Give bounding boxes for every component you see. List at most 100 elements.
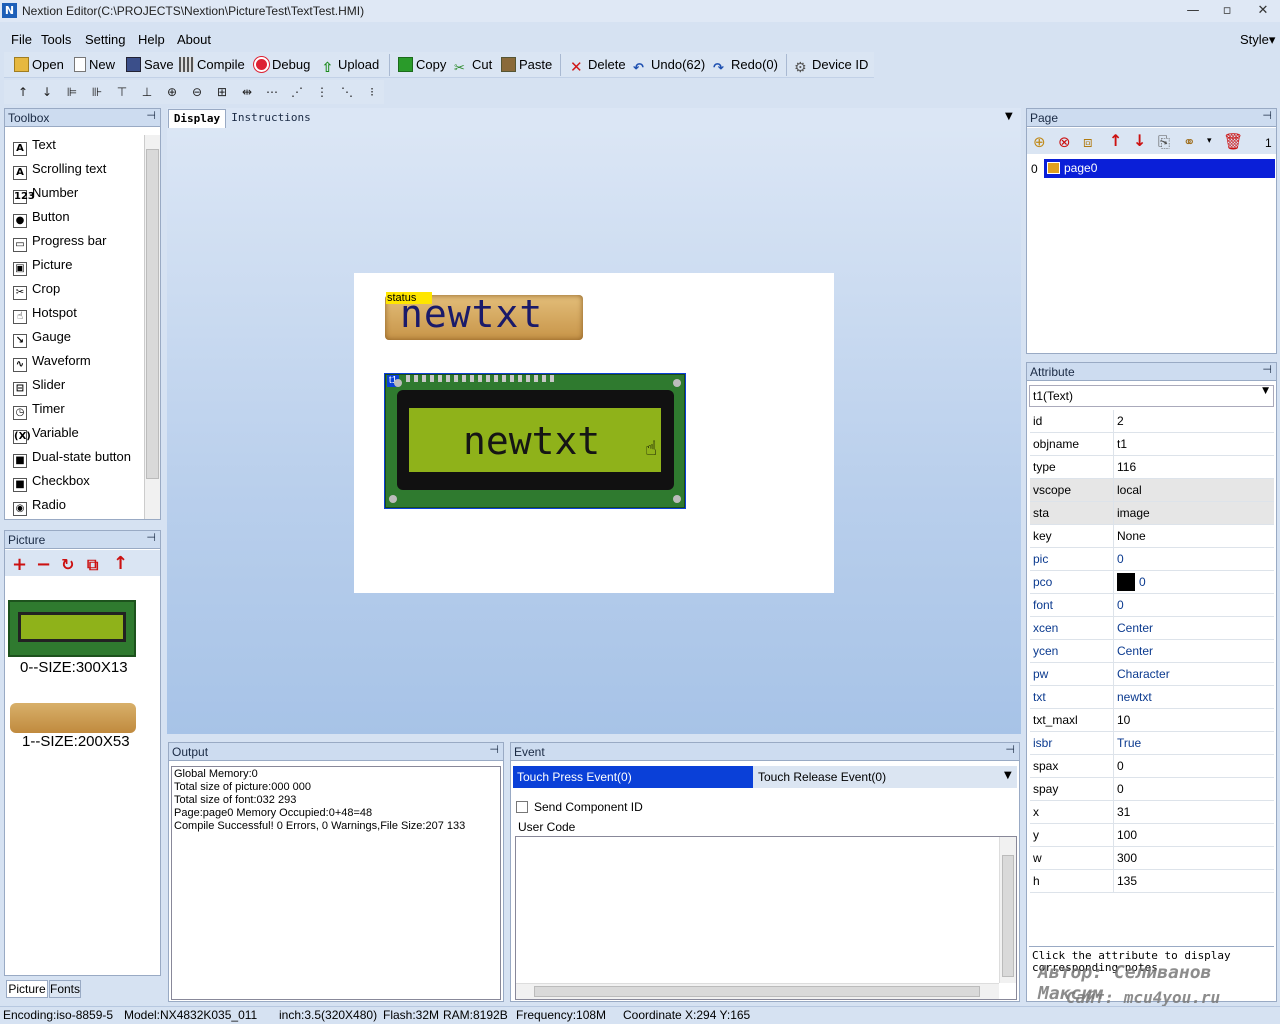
pin-icon[interactable]: ⊣ (1005, 743, 1015, 756)
delete-page-icon[interactable]: ⊗ (1058, 133, 1071, 151)
tab-display[interactable]: Display (168, 109, 226, 128)
attribute-row-pw[interactable]: pw Character (1030, 663, 1274, 686)
align-center-h-icon[interactable]: ⊕ (163, 84, 181, 100)
minimize-icon[interactable]: — (1178, 2, 1208, 20)
attribute-value[interactable]: local (1113, 479, 1273, 501)
attribute-row-x[interactable]: x 31 (1030, 801, 1274, 824)
attribute-row-txt[interactable]: txt newtxt (1030, 686, 1274, 709)
toolbox-item-hotspot[interactable]: ☝ Hotspot (13, 303, 77, 324)
event-dropdown-icon[interactable]: ▼ (1004, 770, 1012, 781)
remove-picture-icon[interactable]: − (36, 554, 51, 575)
page-item-page0[interactable]: page0 (1044, 159, 1275, 178)
toolbox-item-checkbox[interactable]: ■ Checkbox (13, 471, 90, 492)
upload-button[interactable]: ⇧ Upload (320, 56, 380, 76)
menu-file[interactable]: File (11, 32, 32, 47)
insert-page-icon[interactable]: ⧈ (1083, 133, 1093, 151)
import-page-icon[interactable]: ⚭ (1183, 133, 1196, 151)
attribute-value[interactable]: 0 (1113, 778, 1273, 800)
code-vscrollbar[interactable] (999, 837, 1016, 983)
attribute-row-pic[interactable]: pic 0 (1030, 548, 1274, 571)
user-code-editor[interactable] (515, 836, 1017, 1000)
attribute-row-ycen[interactable]: ycen Center (1030, 640, 1274, 663)
page-up-icon[interactable]: ↑ (1109, 131, 1122, 150)
trash-icon[interactable]: 🗑 (1223, 132, 1243, 151)
move-up-icon[interactable]: ↑ (113, 553, 128, 574)
attribute-value[interactable]: 0 (1113, 548, 1273, 570)
tab-picture[interactable]: Picture (6, 980, 48, 998)
scroll-thumb[interactable] (534, 986, 980, 997)
align-bottom-icon[interactable]: ⊥ (138, 84, 156, 100)
pin-icon[interactable]: ⊣ (146, 531, 156, 544)
attribute-value[interactable]: 300 (1113, 847, 1273, 869)
paste-button[interactable]: Paste (501, 56, 552, 74)
scroll-thumb[interactable] (1002, 855, 1014, 977)
device-id-button[interactable]: ⚙ Device ID (794, 56, 868, 76)
pin-icon[interactable]: ⊣ (1262, 109, 1272, 122)
compile-button[interactable]: Compile (179, 56, 245, 74)
replace-picture-icon[interactable]: ↻ (61, 555, 74, 574)
export-picture-icon[interactable]: ⧉ (87, 555, 98, 575)
toolbox-item-number[interactable]: 123Number (13, 183, 78, 204)
align-right-icon[interactable]: ⊪ (88, 84, 106, 100)
attribute-value[interactable]: 2 (1113, 410, 1273, 432)
tab-touch-press[interactable]: Touch Press Event(0) (513, 766, 753, 788)
toolbox-item-progress-bar[interactable]: ▭ Progress bar (13, 231, 106, 252)
attribute-value[interactable]: True (1113, 732, 1273, 754)
attribute-row-y[interactable]: y 100 (1030, 824, 1274, 847)
open-button[interactable]: Open (14, 56, 64, 74)
same-size-icon[interactable]: ⊞ (213, 84, 231, 100)
attribute-value[interactable]: 0 (1113, 594, 1273, 616)
same-width-icon[interactable]: ⇹ (238, 84, 256, 100)
copy-page-icon[interactable]: ⎘ (1158, 133, 1170, 151)
t1-lcd-component[interactable]: t1 newtxt (384, 373, 686, 509)
attribute-value[interactable]: 31 (1113, 801, 1273, 823)
attribute-value[interactable]: Character (1113, 663, 1273, 685)
page-down-icon[interactable]: ↓ (1133, 131, 1146, 150)
attribute-row-isbr[interactable]: isbr True (1030, 732, 1274, 755)
add-page-icon[interactable]: ⊕ (1033, 133, 1046, 151)
picture-thumb-lcd[interactable] (8, 600, 136, 657)
toolbox-item-variable[interactable]: (X)Variable (13, 423, 79, 444)
undo-button[interactable]: ↶ Undo(62) (633, 56, 705, 76)
delete-button[interactable]: ✕ Delete (570, 56, 626, 75)
toolbox-item-radio[interactable]: ◉ Radio (13, 495, 66, 516)
attribute-value[interactable]: Center (1113, 617, 1273, 639)
attribute-value[interactable]: None (1113, 525, 1273, 547)
menu-setting[interactable]: Setting (85, 32, 125, 47)
toolbox-item-picture[interactable]: ▣ Picture (13, 255, 72, 276)
color-swatch[interactable] (1117, 573, 1135, 591)
tab-instructions[interactable]: Instructions (229, 109, 313, 128)
picture-thumb-scroll[interactable] (10, 703, 136, 733)
attribute-row-h[interactable]: h 135 (1030, 870, 1274, 893)
toolbox-item-timer[interactable]: ◷ Timer (13, 399, 65, 420)
redo-button[interactable]: ↷ Redo(0) (713, 56, 778, 76)
maximize-icon[interactable]: ▫ (1212, 2, 1242, 20)
toolbox-item-gauge[interactable]: ↘ Gauge (13, 327, 71, 348)
tab-touch-release[interactable]: Touch Release Event(0) (753, 766, 1017, 788)
distribute-icon[interactable]: ⁝ (363, 84, 381, 100)
attribute-row-w[interactable]: w 300 (1030, 847, 1274, 870)
attribute-row-txt-maxl[interactable]: txt_maxl 10 (1030, 709, 1274, 732)
add-picture-icon[interactable]: + (12, 554, 27, 575)
toolbox-item-button[interactable]: ● Button (13, 207, 70, 228)
send-backward-icon[interactable]: ↓ (38, 84, 56, 100)
space-horizontal-equal-icon[interactable]: ⋰ (288, 84, 306, 100)
debug-button[interactable]: Debug (254, 56, 310, 74)
menu-tools[interactable]: Tools (41, 32, 71, 47)
tab-fonts[interactable]: Fonts (49, 980, 81, 998)
attribute-row-key[interactable]: key None (1030, 525, 1274, 548)
pin-icon[interactable]: ⊣ (1262, 363, 1272, 376)
pin-icon[interactable]: ⊣ (489, 743, 499, 756)
attribute-value[interactable]: 0 (1113, 571, 1273, 593)
attribute-row-spax[interactable]: spax 0 (1030, 755, 1274, 778)
toolbox-scrollbar[interactable] (144, 135, 160, 519)
attribute-value[interactable]: Center (1113, 640, 1273, 662)
attribute-value[interactable]: 135 (1113, 870, 1273, 892)
cut-button[interactable]: ✂ Cut (454, 56, 492, 76)
component-select[interactable]: t1(Text) ▼ (1029, 385, 1274, 407)
style-menu[interactable]: Style▾ (1240, 32, 1275, 48)
import-dropdown-icon[interactable]: ▾ (1207, 136, 1212, 146)
attribute-row-objname[interactable]: objname t1 (1030, 433, 1274, 456)
align-top-icon[interactable]: ⊤ (113, 84, 131, 100)
attribute-row-sta[interactable]: sta image (1030, 502, 1274, 525)
